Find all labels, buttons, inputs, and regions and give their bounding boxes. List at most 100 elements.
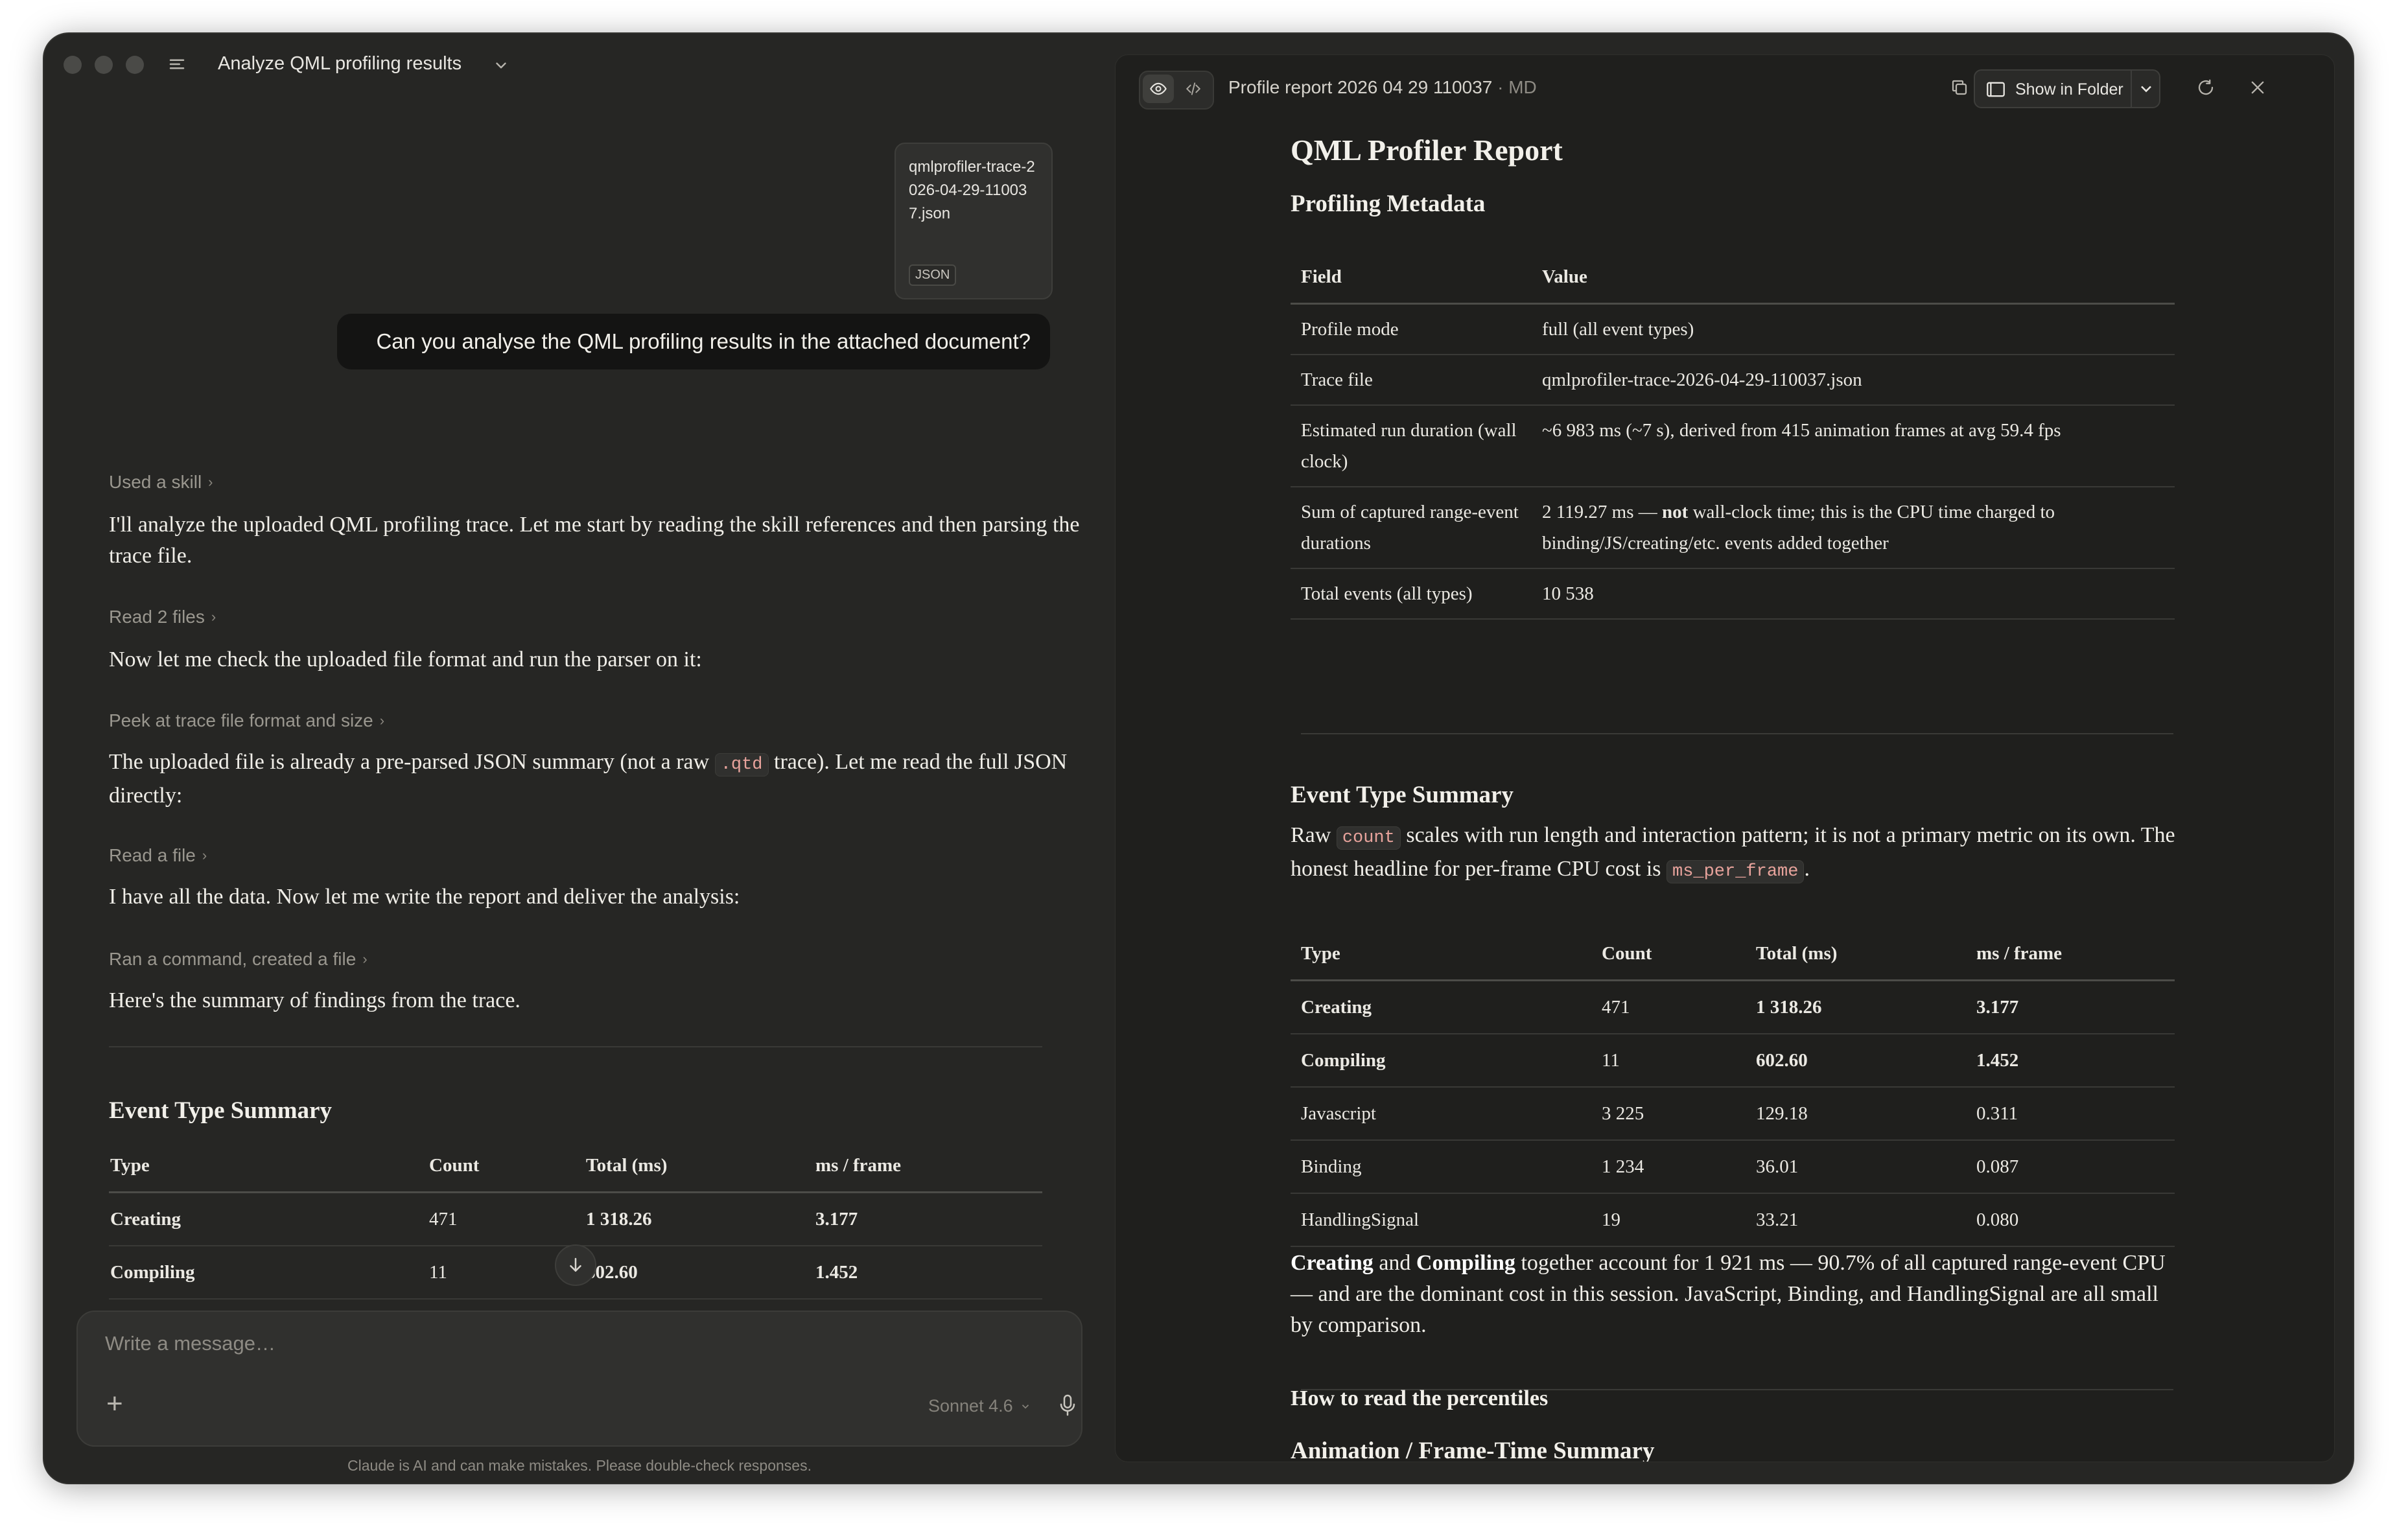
table-cell: 10 538 xyxy=(1532,568,2175,620)
table-row: Creating 471 1 318.26 3.177 xyxy=(109,1192,1042,1246)
user-message-text: Can you analyse the QML profiling result… xyxy=(376,329,1031,353)
table-row: Trace file qmlprofiler-trace-2026-04-29-… xyxy=(1291,355,2175,406)
inline-code: .qtd xyxy=(714,753,769,776)
artifact-toolbar: Profile report 2026 04 29 110037 · MD Sh… xyxy=(1116,55,2334,120)
code-toggle[interactable] xyxy=(1178,75,1209,103)
table-cell: 3.177 xyxy=(814,1192,1042,1246)
table-cell: 602.60 xyxy=(1746,1034,1966,1088)
table-cell: Compiling xyxy=(109,1246,428,1300)
scroll-to-bottom-button[interactable] xyxy=(555,1244,596,1286)
sidebar-menu-icon[interactable] xyxy=(167,54,187,74)
folder-icon xyxy=(1987,82,2005,97)
table-row: Total events (all types) 10 538 xyxy=(1291,568,2175,620)
tool-step-used-skill[interactable]: Used a skill › xyxy=(109,472,213,493)
assistant-paragraph: Here's the summary of findings from the … xyxy=(109,988,520,1012)
refresh-icon xyxy=(2198,79,2214,95)
model-selector[interactable]: Sonnet 4.6 xyxy=(928,1396,1031,1416)
assistant-paragraph: The uploaded file is already a pre-parse… xyxy=(109,747,1101,811)
tool-step-label: Used a skill xyxy=(109,472,202,492)
table-cell: 3.177 xyxy=(1966,980,2175,1034)
tool-step-label: Read 2 files xyxy=(109,607,205,627)
table-header-row: Type Count Total (ms) ms / frame xyxy=(109,1139,1042,1193)
chevron-right-icon: › xyxy=(211,609,216,625)
text-run-bold: Creating xyxy=(1291,1251,1374,1275)
add-attachment-icon[interactable]: + xyxy=(106,1390,123,1418)
tool-step-ran-command[interactable]: Ran a command, created a file › xyxy=(109,949,368,970)
section-heading: Animation / Frame-Time Summary xyxy=(1291,1438,1655,1462)
table-cell: Creating xyxy=(109,1192,428,1246)
event-type-table: Type Count Total (ms) ms / frame Creatin… xyxy=(1291,928,2175,1247)
table-cell: 0.087 xyxy=(1966,1140,2175,1194)
table-row: Javascript 3 225 129.18 0.311 xyxy=(1291,1087,2175,1141)
tool-step-peek-trace[interactable]: Peek at trace file format and size › xyxy=(109,710,384,731)
table-cell: 1.452 xyxy=(1966,1034,2175,1088)
metadata-table: Field Value Profile mode full (all event… xyxy=(1291,251,2175,620)
chevron-right-icon: › xyxy=(379,712,385,729)
preview-toggle[interactable] xyxy=(1143,75,1174,103)
table-cell: 0.080 xyxy=(1966,1193,2175,1247)
table-cell: full (all event types) xyxy=(1532,303,2175,355)
table-row: Creating 471 1 318.26 3.177 xyxy=(1291,980,2175,1034)
app-window: Analyze QML profiling results qmlprofile… xyxy=(44,34,2353,1483)
tool-step-label: Ran a command, created a file xyxy=(109,949,357,969)
table-cell: Sum of captured range-event durations xyxy=(1291,487,1532,569)
table-cell: Total events (all types) xyxy=(1291,568,1532,620)
table-cell: Javascript xyxy=(1291,1087,1591,1141)
chevron-down-icon[interactable] xyxy=(493,57,509,74)
attachment-filename: qmlprofiler-trace-2026-04-29-110037.json xyxy=(909,158,1035,222)
chevron-right-icon: › xyxy=(362,951,368,967)
copy-button[interactable] xyxy=(1947,75,1972,100)
tool-step-label: Read a file xyxy=(109,845,196,865)
message-input[interactable] xyxy=(104,1331,884,1356)
column-header: Value xyxy=(1532,251,2175,305)
tool-step-read-file[interactable]: Read a file › xyxy=(109,845,207,866)
microphone-icon[interactable] xyxy=(1058,1394,1077,1417)
table-cell: Compiling xyxy=(1291,1034,1591,1088)
text-run-bold: not xyxy=(1662,502,1689,522)
divider xyxy=(109,1046,1042,1047)
text-run: The uploaded file is already a pre-parse… xyxy=(109,750,715,774)
assistant-paragraph: Now let me check the uploaded file forma… xyxy=(109,648,702,671)
table-cell: 1 318.26 xyxy=(1746,980,1966,1034)
arrow-down-icon xyxy=(570,1257,581,1272)
attachment-card[interactable]: qmlprofiler-trace-2026-04-29-110037.json… xyxy=(894,143,1053,299)
table-row: Binding 1 234 36.01 0.087 xyxy=(1291,1140,2175,1194)
table-cell: 1.452 xyxy=(814,1246,1042,1300)
table-cell: 129.18 xyxy=(1746,1087,1966,1141)
table-cell: Estimated run duration (wall clock) xyxy=(1291,405,1532,487)
conversation-title[interactable]: Analyze QML profiling results xyxy=(218,53,462,75)
zoom-window-button[interactable] xyxy=(126,56,144,74)
close-artifact-button[interactable] xyxy=(2245,75,2271,100)
close-window-button[interactable] xyxy=(64,56,82,74)
artifact-title: Profile report 2026 04 29 110037 · MD xyxy=(1228,77,1537,98)
minimize-window-button[interactable] xyxy=(95,56,113,74)
table-cell: Creating xyxy=(1291,980,1591,1034)
code-icon xyxy=(1186,82,1201,95)
button-divider xyxy=(2131,71,2132,107)
event-intro-paragraph: Raw count scales with run length and int… xyxy=(1291,820,2179,887)
column-header: Total (ms) xyxy=(585,1139,814,1193)
table-cell: 1 234 xyxy=(1591,1140,1746,1194)
table-cell: 11 xyxy=(1591,1034,1746,1088)
column-header: Type xyxy=(109,1139,428,1193)
section-heading: Event Type Summary xyxy=(1291,782,1514,808)
table-row: Estimated run duration (wall clock) ~6 9… xyxy=(1291,405,2175,487)
divider xyxy=(1301,733,2173,734)
chevron-down-icon xyxy=(1022,1404,1029,1408)
table-cell: 3 225 xyxy=(1591,1087,1746,1141)
model-name: Sonnet 4.6 xyxy=(928,1396,1013,1416)
show-in-folder-label: Show in Folder xyxy=(2015,80,2123,99)
refresh-button[interactable] xyxy=(2193,75,2219,100)
text-run: and xyxy=(1373,1251,1416,1275)
table-row: HandlingSignal 19 33.21 0.080 xyxy=(1291,1193,2175,1247)
tool-step-label: Peek at trace file format and size xyxy=(109,710,373,730)
report-title: QML Profiler Report xyxy=(1291,134,1563,167)
inline-code: count xyxy=(1336,826,1401,850)
show-in-folder-button[interactable]: Show in Folder xyxy=(1974,69,2160,108)
chevron-down-icon[interactable] xyxy=(2137,80,2155,98)
table-cell: 36.01 xyxy=(1746,1140,1966,1194)
table-cell: Trace file xyxy=(1291,355,1532,406)
disclaimer: Claude is AI and can make mistakes. Plea… xyxy=(347,1457,812,1474)
tool-step-read-files[interactable]: Read 2 files › xyxy=(109,607,216,627)
table-row: Sum of captured range-event durations 2 … xyxy=(1291,487,2175,569)
